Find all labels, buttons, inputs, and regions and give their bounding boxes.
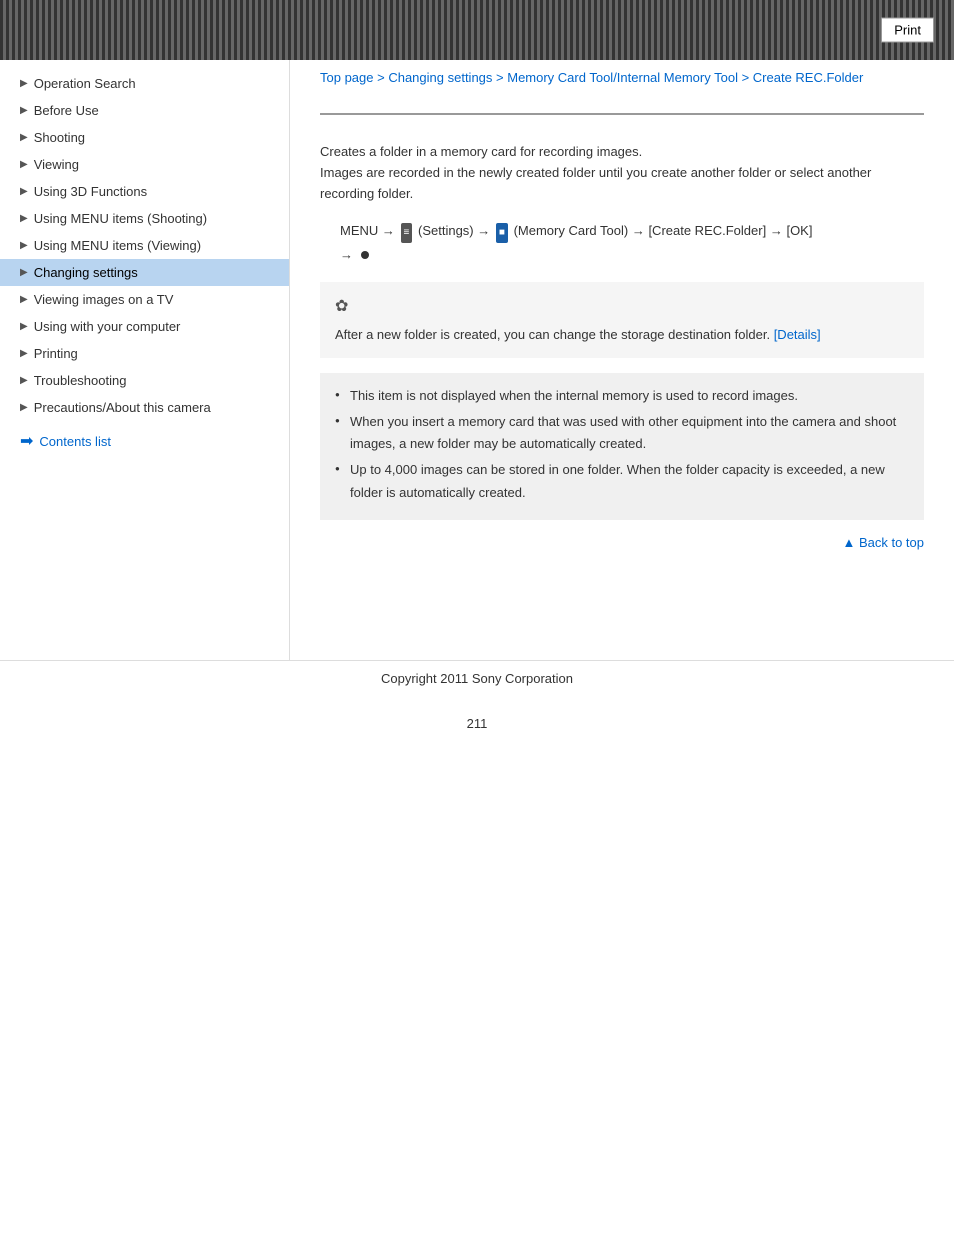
sidebar-label-7: Changing settings xyxy=(34,265,138,280)
sidebar-item-1[interactable]: ▶ Before Use xyxy=(0,97,289,124)
sidebar-item-5[interactable]: ▶ Using MENU items (Shooting) xyxy=(0,205,289,232)
footer: Copyright 2011 Sony Corporation xyxy=(0,660,954,706)
menu-path: MENU → ≡ (Settings) → ■ (Memory Card Too… xyxy=(340,219,924,266)
sidebar-label-4: Using 3D Functions xyxy=(34,184,147,199)
sidebar-label-11: Troubleshooting xyxy=(34,373,127,388)
sidebar-arrow-0: ▶ xyxy=(20,78,28,89)
breadcrumb-item-1[interactable]: Changing settings xyxy=(388,70,492,85)
sidebar-item-8[interactable]: ▶ Viewing images on a TV xyxy=(0,286,289,313)
back-to-top-link[interactable]: ▲ Back to top xyxy=(842,535,924,550)
tip-text: After a new folder is created, you can c… xyxy=(335,327,770,342)
copyright-text: Copyright 2011 Sony Corporation xyxy=(381,671,573,686)
sidebar-label-9: Using with your computer xyxy=(34,319,181,334)
sidebar-label-1: Before Use xyxy=(34,103,99,118)
sidebar-item-6[interactable]: ▶ Using MENU items (Viewing) xyxy=(0,232,289,259)
back-to-top-row: ▲ Back to top xyxy=(320,535,924,550)
sidebar-arrow-4: ▶ xyxy=(20,186,28,197)
sidebar-arrow-12: ▶ xyxy=(20,402,28,413)
breadcrumb-sep-1: > xyxy=(492,70,507,85)
ok-label: [OK] xyxy=(786,223,812,238)
sidebar-item-4[interactable]: ▶ Using 3D Functions xyxy=(0,178,289,205)
sidebar-label-12: Precautions/About this camera xyxy=(34,400,211,415)
sidebar-arrow-3: ▶ xyxy=(20,159,28,170)
page-num-text: 211 xyxy=(467,716,488,731)
description-line2: Images are recorded in the newly created… xyxy=(320,165,871,201)
sidebar-arrow-7: ▶ xyxy=(20,267,28,278)
sidebar-arrow-1: ▶ xyxy=(20,105,28,116)
sidebar-label-6: Using MENU items (Viewing) xyxy=(34,238,201,253)
main-content: Top page > Changing settings > Memory Ca… xyxy=(290,60,954,660)
breadcrumb-sep-2: > xyxy=(738,70,753,85)
contents-list-label: Contents list xyxy=(39,434,111,449)
sidebar-label-10: Printing xyxy=(34,346,78,361)
sidebar-label-0: Operation Search xyxy=(34,76,136,91)
sidebar-arrow-11: ▶ xyxy=(20,375,28,386)
sidebar-arrow-6: ▶ xyxy=(20,240,28,251)
sidebar-item-0[interactable]: ▶ Operation Search xyxy=(0,70,289,97)
sidebar-item-2[interactable]: ▶ Shooting xyxy=(0,124,289,151)
sidebar-label-3: Viewing xyxy=(34,157,79,172)
sidebar-arrow-5: ▶ xyxy=(20,213,28,224)
bullet-icon xyxy=(361,251,369,259)
details-link[interactable]: [Details] xyxy=(774,327,821,342)
breadcrumb-item-3[interactable]: Create REC.Folder xyxy=(753,70,864,85)
description-line1: Creates a folder in a memory card for re… xyxy=(320,144,642,159)
sidebar-item-10[interactable]: ▶ Printing xyxy=(0,340,289,367)
arrow-2: → xyxy=(477,223,494,238)
notes-box: This item is not displayed when the inte… xyxy=(320,373,924,519)
sidebar-item-9[interactable]: ▶ Using with your computer xyxy=(0,313,289,340)
sidebar-item-12[interactable]: ▶ Precautions/About this camera xyxy=(0,394,289,421)
sidebar-item-7[interactable]: ▶ Changing settings xyxy=(0,259,289,286)
sidebar-label-2: Shooting xyxy=(34,130,85,145)
content-description: Creates a folder in a memory card for re… xyxy=(320,142,924,204)
page-title-area xyxy=(320,113,924,127)
sidebar-arrow-2: ▶ xyxy=(20,132,28,143)
settings-icon: ≡ xyxy=(401,223,413,243)
print-button[interactable]: Print xyxy=(881,18,934,43)
note-item-2: Up to 4,000 images can be stored in one … xyxy=(335,459,909,503)
notes-list: This item is not displayed when the inte… xyxy=(335,385,909,503)
breadcrumb: Top page > Changing settings > Memory Ca… xyxy=(320,70,924,93)
breadcrumb-item-2[interactable]: Memory Card Tool/Internal Memory Tool xyxy=(507,70,738,85)
page-layout: ▶ Operation Search ▶ Before Use ▶ Shooting ▶ Vi… xyxy=(0,60,954,660)
arrow-3: → xyxy=(632,223,649,238)
create-rec-label: [Create REC.Folder] xyxy=(648,223,766,238)
tip-box: ✿ After a new folder is created, you can… xyxy=(320,282,924,358)
tip-icon: ✿ xyxy=(335,294,909,320)
arrow-1: → xyxy=(382,223,399,238)
sidebar-arrow-10: ▶ xyxy=(20,348,28,359)
arrow-5: → xyxy=(340,247,357,262)
memory-label: (Memory Card Tool) xyxy=(514,223,629,238)
breadcrumb-item-0[interactable]: Top page xyxy=(320,70,374,85)
sidebar-arrow-9: ▶ xyxy=(20,321,28,332)
sidebar-label-5: Using MENU items (Shooting) xyxy=(34,211,207,226)
memory-card-icon: ■ xyxy=(496,223,508,243)
contents-list-arrow-icon: ➡ xyxy=(20,431,33,451)
sidebar-label-8: Viewing images on a TV xyxy=(34,292,174,307)
sidebar-arrow-8: ▶ xyxy=(20,294,28,305)
page-number: 211 xyxy=(0,706,954,741)
sidebar-item-3[interactable]: ▶ Viewing xyxy=(0,151,289,178)
arrow-4: → xyxy=(770,223,787,238)
sidebar-item-11[interactable]: ▶ Troubleshooting xyxy=(0,367,289,394)
settings-label: (Settings) xyxy=(418,223,474,238)
sidebar: ▶ Operation Search ▶ Before Use ▶ Shooting ▶ Vi… xyxy=(0,60,290,660)
contents-list-link[interactable]: ➡ Contents list xyxy=(0,421,289,461)
note-item-1: When you insert a memory card that was u… xyxy=(335,411,909,455)
header-bar: Print xyxy=(0,0,954,60)
menu-word: MENU xyxy=(340,223,378,238)
breadcrumb-sep-0: > xyxy=(374,70,389,85)
note-item-0: This item is not displayed when the inte… xyxy=(335,385,909,407)
